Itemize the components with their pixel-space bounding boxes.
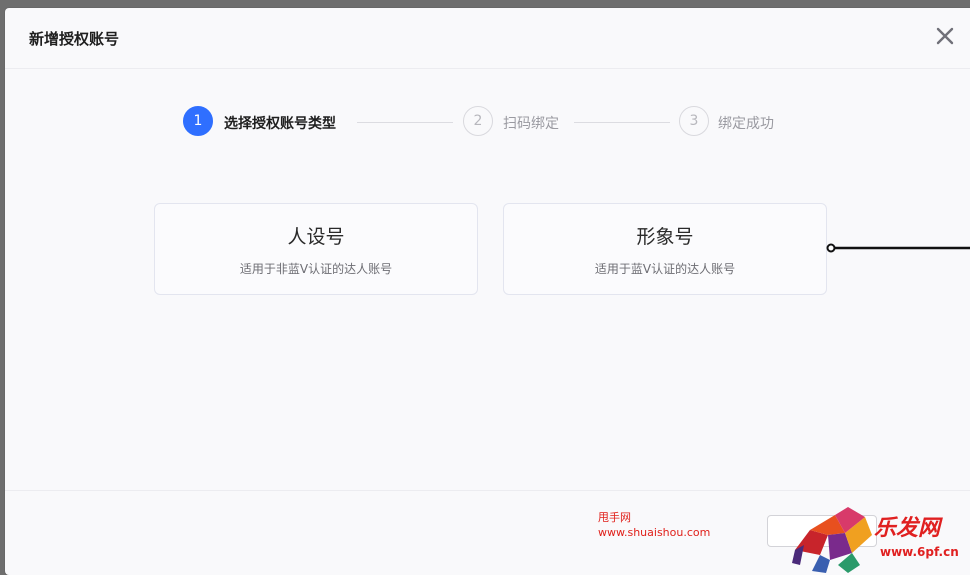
watermark-logo-icon	[792, 507, 872, 573]
dialog-header: 新增授权账号	[5, 8, 970, 69]
step-1-label: 选择授权账号类型	[224, 116, 336, 132]
watermark-shuaishou: 甩手网 www.shuaishou.com	[598, 510, 710, 540]
dialog-title: 新增授权账号	[29, 30, 120, 48]
card-description: 适用于非蓝V认证的达人账号	[239, 262, 393, 276]
watermark-url: www.shuaishou.com	[598, 526, 711, 539]
card-title: 形象号	[636, 226, 694, 248]
step-divider	[574, 122, 670, 123]
close-button[interactable]	[933, 24, 957, 48]
card-description: 适用于蓝V认证的达人账号	[594, 262, 736, 276]
step-indicator: 1 选择授权账号类型 2 扫码绑定 3 绑定成功	[5, 106, 970, 140]
watermark-site-url: www.6pf.cn	[880, 545, 959, 559]
image-account-card[interactable]: 形象号 适用于蓝V认证的达人账号	[503, 203, 827, 295]
step-divider	[357, 122, 453, 123]
step-2-label: 扫码绑定	[503, 116, 559, 132]
close-icon	[936, 27, 954, 45]
persona-account-card[interactable]: 人设号 适用于非蓝V认证的达人账号	[154, 203, 478, 295]
watermark-brand: 甩手网	[598, 511, 631, 524]
card-title: 人设号	[287, 226, 345, 248]
step-3-circle: 3	[679, 106, 709, 136]
step-1-circle: 1	[183, 106, 213, 136]
watermark-site-name: 乐发网	[874, 515, 941, 541]
step-3-label: 绑定成功	[718, 116, 774, 132]
step-2-circle: 2	[463, 106, 493, 136]
add-authorized-account-dialog: 新增授权账号 1 选择授权账号类型 2 扫码绑定 3 绑定成功 人设号 适用于非…	[5, 8, 970, 575]
